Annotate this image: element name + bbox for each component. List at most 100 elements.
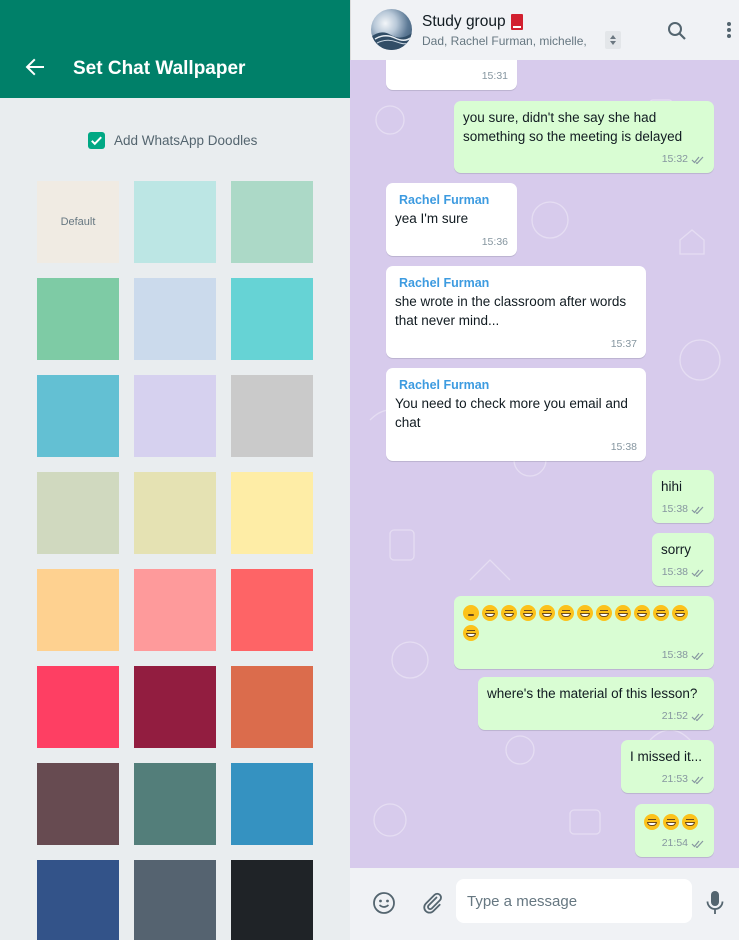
- back-button[interactable]: [20, 52, 50, 82]
- sweat-smile-emoji-icon: [653, 605, 669, 622]
- sweat-smile-emoji-icon: [482, 605, 498, 622]
- wallpaper-swatch[interactable]: [231, 569, 313, 651]
- wallpaper-swatch[interactable]: [134, 569, 216, 651]
- message-composer: [350, 868, 739, 940]
- wallpaper-panel: Set Chat Wallpaper Add WhatsApp Doodles …: [0, 0, 350, 940]
- wallpaper-swatch[interactable]: [134, 278, 216, 360]
- message-bubble[interactable]: sorry 15:38: [652, 533, 714, 586]
- sweat-smile-emoji-icon: [596, 605, 612, 622]
- read-ticks-icon: [691, 506, 704, 514]
- message-bubble[interactable]: Rachel Furman she wrote in the classroom…: [386, 266, 646, 358]
- message-bubble[interactable]: Rachel Furman You need to check more you…: [386, 368, 646, 461]
- wallpaper-swatch[interactable]: [37, 375, 119, 457]
- message-list: 15:31 you sure, didn't she say she had s…: [350, 60, 739, 868]
- wallpaper-swatch[interactable]: [37, 666, 119, 748]
- chat-panel: Study group Dad, Rachel Furman, michelle…: [350, 0, 739, 940]
- sweat-smile-emoji-icon: [682, 814, 698, 831]
- message-text: where's the material of this lesson?: [487, 686, 698, 701]
- sweat-smile-emoji-icon: [577, 605, 593, 622]
- message-time: 21:53: [662, 770, 705, 789]
- message-time: 15:38: [662, 646, 705, 665]
- scroll-arrows-button[interactable]: [605, 31, 621, 49]
- members-list: Dad, Rachel Furman, michelle,: [422, 34, 587, 48]
- message-time: 15:37: [610, 338, 637, 350]
- wallpaper-swatch[interactable]: [231, 666, 313, 748]
- message-time: 15:38: [662, 563, 705, 582]
- wallpaper-swatch[interactable]: [134, 763, 216, 845]
- sender-name: Rachel Furman: [399, 378, 490, 392]
- sweat-smile-emoji-icon: [501, 605, 517, 622]
- read-ticks-icon: [691, 776, 704, 784]
- panel-title: Set Chat Wallpaper: [73, 58, 246, 79]
- wallpaper-swatch[interactable]: [37, 278, 119, 360]
- group-avatar[interactable]: [371, 9, 412, 50]
- message-time: 15:38: [610, 441, 637, 453]
- emoji-message: [644, 812, 705, 831]
- wallpaper-swatch[interactable]: [134, 666, 216, 748]
- read-ticks-icon: [691, 840, 704, 848]
- message-bubble[interactable]: 15:38: [454, 596, 714, 669]
- sweat-smile-emoji-icon: [672, 605, 688, 622]
- message-bubble[interactable]: where's the material of this lesson? 21:…: [478, 677, 714, 730]
- wallpaper-swatch[interactable]: [231, 763, 313, 845]
- message-text: yea I'm sure: [395, 211, 469, 226]
- wallpaper-swatch[interactable]: [134, 472, 216, 554]
- book-icon: [510, 14, 523, 30]
- doodles-option[interactable]: Add WhatsApp Doodles: [88, 130, 257, 150]
- message-text: hihi: [661, 479, 683, 494]
- swatch-label: Default: [60, 216, 96, 228]
- message-bubble[interactable]: you sure, didn't she say she had somethi…: [454, 101, 714, 173]
- attach-button[interactable]: [420, 891, 444, 920]
- doodles-checkbox[interactable]: [88, 131, 105, 149]
- wallpaper-swatch[interactable]: [37, 763, 119, 845]
- group-name-text: Study group: [422, 13, 506, 30]
- voice-record-button[interactable]: [706, 890, 724, 921]
- wallpaper-swatch[interactable]: [231, 472, 313, 554]
- sweat-smile-emoji-icon: [558, 605, 574, 622]
- sweat-smile-emoji-icon: [663, 814, 679, 831]
- wallpaper-panel-header: Set Chat Wallpaper: [0, 0, 350, 98]
- search-button[interactable]: [667, 21, 687, 46]
- emoji-button[interactable]: [372, 891, 396, 920]
- wallpaper-swatch[interactable]: [37, 860, 119, 940]
- sender-name: Rachel Furman: [399, 276, 490, 290]
- paperclip-icon: [423, 892, 442, 914]
- wallpaper-swatch[interactable]: [231, 181, 313, 263]
- search-icon: [668, 22, 686, 40]
- message-input[interactable]: [456, 879, 692, 923]
- message-text: sorry: [661, 542, 691, 557]
- message-text: I missed it...: [630, 749, 703, 764]
- read-ticks-icon: [691, 156, 704, 164]
- wallpaper-swatch[interactable]: [134, 181, 216, 263]
- message-bubble[interactable]: 21:54: [635, 804, 714, 857]
- emoji-message: [463, 603, 705, 643]
- wallpaper-swatch[interactable]: [231, 375, 313, 457]
- menu-button[interactable]: [725, 20, 733, 45]
- sweat-smile-emoji-icon: [644, 814, 660, 831]
- message-bubble[interactable]: I missed it... 21:53: [621, 740, 714, 793]
- wallpaper-swatch[interactable]: [231, 860, 313, 940]
- wallpaper-swatch[interactable]: [231, 278, 313, 360]
- smiley-icon: [373, 892, 395, 914]
- message-bubble[interactable]: hihi 15:38: [652, 470, 714, 523]
- message-time: 15:36: [481, 236, 508, 248]
- wallpaper-swatch[interactable]: [37, 472, 119, 554]
- menu-dots-icon: [727, 22, 731, 38]
- wallpaper-swatch[interactable]: [37, 569, 119, 651]
- sweat-smile-emoji-icon: [615, 605, 631, 622]
- sweat-smile-emoji-icon: [520, 605, 536, 622]
- sweat-smile-emoji-icon: [539, 605, 555, 622]
- wallpaper-swatch[interactable]: [134, 375, 216, 457]
- message-time: 15:38: [662, 500, 705, 519]
- sweat-smile-emoji-icon: [463, 625, 479, 642]
- wallpaper-swatch-default[interactable]: Default: [37, 181, 119, 263]
- avatar-image: [371, 32, 412, 50]
- message-bubble[interactable]: 15:31: [386, 60, 517, 90]
- message-bubble[interactable]: Rachel Furman yea I'm sure 15:36: [386, 183, 517, 256]
- no-mouth-emoji-icon: [463, 605, 479, 622]
- wallpaper-swatch[interactable]: [134, 860, 216, 940]
- chat-title[interactable]: Study group: [422, 13, 523, 31]
- message-time: 21:52: [662, 707, 705, 726]
- doodles-label: Add WhatsApp Doodles: [114, 132, 258, 148]
- wallpaper-swatch-grid: Default: [37, 181, 313, 940]
